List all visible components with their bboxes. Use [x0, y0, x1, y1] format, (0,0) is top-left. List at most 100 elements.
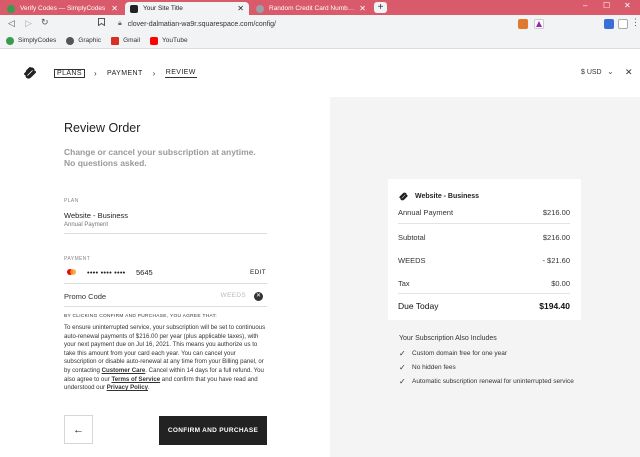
translate-extension-icon[interactable] [604, 19, 614, 29]
includes-item-label: Custom domain free for one year [412, 350, 508, 357]
payment-section-label: PAYMENT [64, 256, 91, 262]
maximize-icon[interactable]: ☐ [603, 1, 610, 10]
plan-name: Website - Business [64, 211, 129, 220]
terms-of-service-link[interactable]: Terms of Service [111, 376, 160, 383]
summary-row-value: $216.00 [542, 233, 570, 242]
chevron-right-icon: › [152, 68, 156, 78]
divider [398, 293, 570, 294]
summary-row-label: Subtotal [398, 233, 426, 242]
promo-code-input[interactable] [200, 292, 246, 299]
forward-arrow-icon[interactable]: ▷ [25, 18, 32, 29]
profile-extension-icon[interactable] [618, 19, 628, 29]
menu-kebab-icon[interactable]: ⋮ [631, 17, 640, 28]
summary-row-label: Tax [398, 279, 410, 288]
breadcrumb-plans[interactable]: PLANS [54, 68, 85, 78]
browser-tab-simplycodes[interactable]: Verify Codes — SimplyCodes ✕ [2, 2, 123, 15]
tab-title: Random Credit Card Numbers Gen [269, 5, 356, 12]
includes-item-label: Automatic subscription renewal for unint… [412, 378, 574, 385]
confirm-and-purchase-button[interactable]: CONFIRM AND PURCHASE [159, 416, 267, 445]
bookmark-graphic[interactable]: Graphic [66, 36, 102, 45]
includes-item: ✓ Custom domain free for one year [399, 349, 507, 358]
includes-item: ✓ Automatic subscription renewal for uni… [399, 377, 574, 386]
chevron-down-icon[interactable]: ⌄ [607, 67, 614, 76]
youtube-icon [150, 36, 159, 45]
gmail-icon [111, 36, 120, 45]
close-tab-icon[interactable]: ✕ [237, 4, 244, 13]
summary-plan-title: Website - Business [415, 193, 480, 200]
bookmark-gmail[interactable]: Gmail [111, 36, 141, 45]
total-value: $194.40 [539, 301, 570, 311]
breadcrumb-payment[interactable]: PAYMENT [106, 69, 144, 78]
close-tab-icon[interactable]: ✕ [111, 4, 118, 13]
arrow-left-icon: ← [73, 423, 84, 436]
page-title: Review Order [64, 121, 141, 135]
address-bar[interactable]: 🔒︎ clover-dalmatian-wa9r.squarespace.com… [112, 17, 500, 31]
summary-row-tax: Tax $0.00 [398, 279, 570, 288]
bookmarks-bar: SimplyCodes Graphic Gmail YouTube [0, 33, 640, 49]
extension-triangle-icon[interactable] [534, 19, 544, 29]
squarespace-favicon-icon [130, 4, 138, 13]
summary-row-value: - $21.60 [542, 256, 570, 265]
back-arrow-icon[interactable]: ◁ [8, 18, 15, 29]
includes-title: Your Subscription Also Includes [399, 335, 497, 342]
tab-title: Your Site Title [143, 5, 183, 12]
agreement-heading: BY CLICKING CONFIRM AND PURCHASE, YOU AG… [64, 314, 217, 319]
summary-row-label: Annual Payment [398, 208, 454, 217]
edit-payment-button[interactable]: EDIT [250, 269, 266, 276]
browser-tab-random-cc[interactable]: Random Credit Card Numbers Gen ✕ [251, 2, 371, 15]
divider [64, 283, 267, 284]
card-number-masked: •••• •••• •••• [87, 268, 126, 277]
privacy-policy-link[interactable]: Privacy Policy [107, 384, 148, 391]
close-icon[interactable]: ✕ [625, 67, 633, 78]
simplycodes-icon [6, 36, 14, 45]
bookmark-simplycodes[interactable]: SimplyCodes [6, 36, 57, 45]
legal-text: To ensure uninterrupted service, your su… [64, 324, 269, 393]
summary-row-total: Due Today $194.40 [398, 301, 570, 311]
reload-icon[interactable]: ↻ [41, 17, 49, 28]
divider [64, 306, 267, 307]
includes-item-label: No hidden fees [412, 364, 456, 371]
breadcrumb-review: REVIEW [164, 69, 197, 78]
clear-promo-icon[interactable]: ✕ [254, 292, 263, 301]
checkmark-icon: ✓ [399, 377, 406, 386]
summary-row-value: $216.00 [542, 208, 570, 217]
bookmark-page-icon[interactable] [98, 18, 105, 28]
browser-tab-your-site-title[interactable]: Your Site Title ✕ [125, 2, 249, 15]
plan-billing: Annual Payment [64, 222, 109, 228]
minimize-icon[interactable]: – [583, 1, 587, 10]
summary-row-value: $0.00 [551, 279, 570, 288]
brave-shield-icon[interactable] [518, 19, 528, 29]
back-button[interactable]: ← [64, 415, 93, 444]
checkmark-icon: ✓ [399, 349, 406, 358]
globe-favicon-icon [256, 4, 264, 13]
page-subtitle: Change or cancel your subscription at an… [64, 147, 256, 168]
window-close-icon[interactable]: ✕ [624, 1, 631, 10]
bookmark-label: Graphic [78, 37, 102, 44]
bookmark-label: SimplyCodes [18, 37, 57, 44]
chevron-right-icon: › [93, 68, 98, 78]
mastercard-icon [67, 269, 76, 275]
total-label: Due Today [398, 301, 439, 311]
order-summary-card: Website - Business Annual Payment $216.0… [388, 179, 581, 320]
checkmark-icon: ✓ [399, 363, 406, 372]
tab-title: Verify Codes — SimplyCodes [20, 5, 106, 12]
bookmark-youtube[interactable]: YouTube [150, 36, 188, 45]
squarespace-logo-icon[interactable] [22, 65, 38, 81]
url-text: clover-dalmatian-wa9r.squarespace.com/co… [127, 20, 276, 28]
summary-row-label: WEEDS [398, 256, 426, 265]
currency-selector[interactable]: $ USD [581, 69, 602, 76]
simplycodes-favicon-icon [7, 4, 15, 13]
card-last4: 5645 [136, 268, 153, 277]
bookmark-label: Gmail [123, 37, 141, 44]
plan-section-label: PLAN [64, 198, 79, 204]
summary-row-annual-payment: Annual Payment $216.00 [398, 208, 570, 217]
squarespace-logo-icon [399, 192, 408, 201]
customer-care-link[interactable]: Customer Care [102, 367, 146, 374]
summary-header: Website - Business [398, 191, 479, 202]
legal-text-part: . [148, 384, 150, 392]
globe-icon [66, 36, 75, 45]
new-tab-button[interactable]: + [374, 2, 387, 13]
close-tab-icon[interactable]: ✕ [359, 4, 366, 13]
lock-icon: 🔒︎ [118, 20, 122, 27]
divider [64, 233, 267, 234]
